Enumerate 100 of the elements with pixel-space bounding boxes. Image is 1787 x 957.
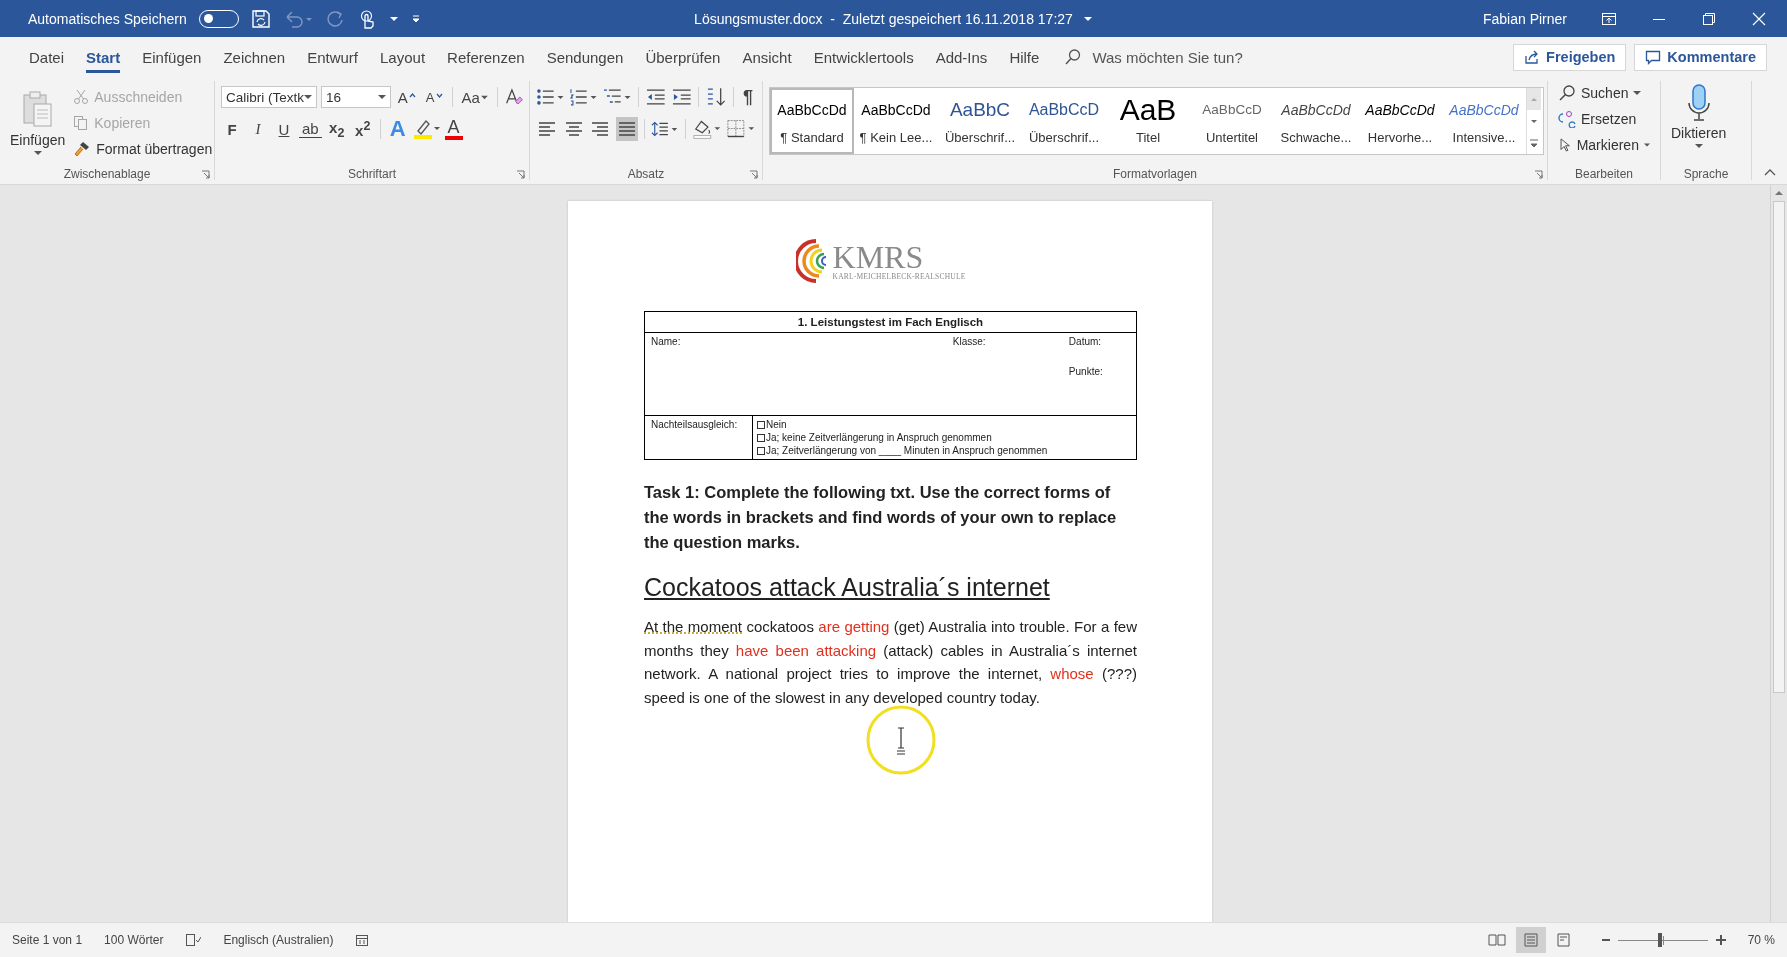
font-style-button[interactable]: x$^{2}$ (351, 117, 374, 141)
date-label: Datum: (1068, 336, 1103, 347)
ribbon-tab[interactable]: Überprüfen (634, 40, 732, 74)
show-formatting-marks-button[interactable]: ¶ (740, 85, 756, 109)
points-label: Punkte: (1068, 366, 1104, 377)
ribbon-tab[interactable]: Hilfe (998, 40, 1051, 74)
caret-icon (304, 94, 312, 100)
dictate-button[interactable]: Diktieren (1667, 81, 1731, 164)
line-spacing-icon[interactable] (650, 119, 680, 139)
clipboard-icon (20, 89, 55, 130)
customize-toolbar-icon[interactable] (410, 13, 421, 24)
font-style-button[interactable]: x$_{2}$ (325, 117, 348, 141)
caret-icon (33, 149, 42, 156)
comment-icon (1645, 49, 1662, 65)
ribbon-display-options-icon[interactable] (1601, 10, 1617, 27)
decrease-indent-icon[interactable] (645, 87, 667, 107)
comments-button[interactable]: Kommentare (1634, 43, 1767, 71)
checkbox[interactable] (757, 420, 765, 429)
share-button[interactable]: Freigeben (1513, 43, 1627, 71)
editing-button[interactable]: Suchen (1554, 81, 1654, 105)
sort-icon[interactable] (705, 86, 727, 108)
editing-button[interactable]: Ersetzen (1554, 107, 1654, 131)
checkbox[interactable] (757, 446, 765, 455)
style-item[interactable]: AaBbC Überschrif... (938, 88, 1022, 154)
restore-icon[interactable] (1701, 10, 1717, 27)
font-color-button[interactable]: A (444, 118, 463, 140)
search-icon (1558, 84, 1576, 102)
scissors-icon (73, 88, 90, 105)
ribbon-tab[interactable]: Add-Ins (924, 40, 999, 74)
clear-formatting-icon[interactable] (503, 87, 523, 107)
caret-icon (1633, 90, 1642, 96)
ribbon-tab[interactable]: Entwurf (296, 40, 369, 74)
view-icon (1487, 933, 1506, 947)
ribbon-tab[interactable]: Einfügen (131, 40, 213, 74)
checkbox[interactable] (757, 433, 765, 442)
autosave-label: Automatisches Speichern (28, 10, 187, 27)
style-item[interactable]: AaBbCcDd Schwache... (1274, 88, 1358, 154)
style-item[interactable]: AaB Titel (1106, 88, 1190, 154)
style-item[interactable]: AaBbCcDd ¶ Standard (770, 88, 854, 154)
dialog-launcher-icon[interactable] (201, 170, 210, 179)
word-count[interactable]: 100 Wörter (104, 933, 164, 947)
bullets-icon[interactable] (536, 87, 566, 107)
style-item[interactable]: AaBbCcD Überschrif... (1022, 88, 1106, 154)
group-label: Zwischenablage (63, 167, 151, 181)
proofing-icon[interactable] (185, 933, 202, 947)
user-name[interactable]: Fabian Pirner (1482, 10, 1567, 27)
font-name-field[interactable]: Calibri (Textk (221, 86, 317, 108)
close-icon[interactable] (1751, 10, 1767, 27)
zoom-slider-thumb[interactable] (1657, 933, 1662, 947)
vertical-scrollbar[interactable] (1770, 185, 1787, 922)
shrink-font-button[interactable]: A (422, 85, 446, 109)
font-style-button[interactable]: F (221, 117, 243, 141)
change-case-button[interactable]: Aa (458, 85, 491, 109)
ribbon-tab[interactable]: Referenzen (436, 40, 536, 74)
highlight-color-icon[interactable] (412, 118, 441, 140)
page-count[interactable]: Seite 1 von 1 (12, 933, 83, 947)
document-title[interactable]: Lösungsmuster.docx - Zuletzt gespeichert 16.11.2018 17:27 (694, 10, 1073, 27)
numbering-icon[interactable] (569, 87, 599, 107)
font-style-button[interactable]: I (247, 117, 269, 141)
style-item[interactable]: AaBbCcD Untertitel (1190, 88, 1274, 154)
table-cell: Nachteilsausgleich: (644, 415, 753, 460)
shading-icon[interactable] (692, 118, 722, 140)
ribbon-tab[interactable]: Ansicht (731, 40, 803, 74)
borders-icon[interactable] (726, 118, 756, 140)
paste-button[interactable]: Einfügen (6, 87, 70, 158)
tell-me-search[interactable]: Was möchten Sie tun? (1064, 47, 1275, 67)
dialog-launcher-icon[interactable] (516, 170, 525, 179)
style-item[interactable]: AaBbCcDd ¶ Kein Lee... (854, 88, 938, 154)
ribbon-tab[interactable]: Entwicklertools (802, 40, 925, 74)
ribbon-tab[interactable]: Zeichnen (212, 40, 297, 74)
alignment-button[interactable] (615, 117, 638, 141)
ribbon-tab[interactable]: Datei (18, 40, 76, 74)
font-style-button[interactable]: ab (299, 120, 322, 138)
language-status[interactable]: Englisch (Australien) (223, 933, 334, 947)
font-style-button[interactable]: U (273, 117, 295, 141)
zoom-level[interactable]: 70 % (1747, 933, 1775, 947)
task-instruction: Task 1: Complete the following txt. Use the correct forms of the words in brackets and find words of your own to replace the question marks. (644, 482, 1118, 553)
style-item[interactable]: AaBbCcDd Hervorhe... (1358, 88, 1442, 154)
macro-record-icon[interactable] (355, 933, 370, 947)
dialog-launcher-icon[interactable] (749, 170, 758, 179)
option-label: Nein (766, 418, 787, 431)
grow-font-button[interactable]: A (394, 85, 419, 109)
ribbon-tab[interactable]: Sendungen (535, 40, 635, 74)
increase-indent-icon[interactable] (670, 87, 693, 107)
ribbon-tab[interactable]: Layout (369, 40, 437, 74)
table-cell: Klasse: (946, 332, 1063, 416)
scroll-up-icon[interactable] (1774, 189, 1784, 197)
view-button[interactable] (1515, 927, 1546, 953)
collapse-ribbon-icon[interactable] (1763, 168, 1776, 176)
dialog-launcher-icon[interactable] (1534, 170, 1543, 179)
caret-icon (480, 94, 488, 100)
group-label: Schriftart (348, 167, 396, 181)
ribbon-tab[interactable]: Start (75, 40, 132, 74)
save-icon[interactable] (250, 8, 271, 29)
table-cell: Name: (644, 332, 947, 416)
style-item[interactable]: AaBbCcDd Intensive... (1442, 88, 1526, 154)
editing-button[interactable]: Markieren (1554, 133, 1654, 157)
article-heading: Cockatoos attack Australia´s internet (644, 572, 1051, 603)
clipboard-button[interactable]: Format übertragen (69, 136, 217, 161)
font-size-field[interactable]: 16 (321, 86, 391, 108)
